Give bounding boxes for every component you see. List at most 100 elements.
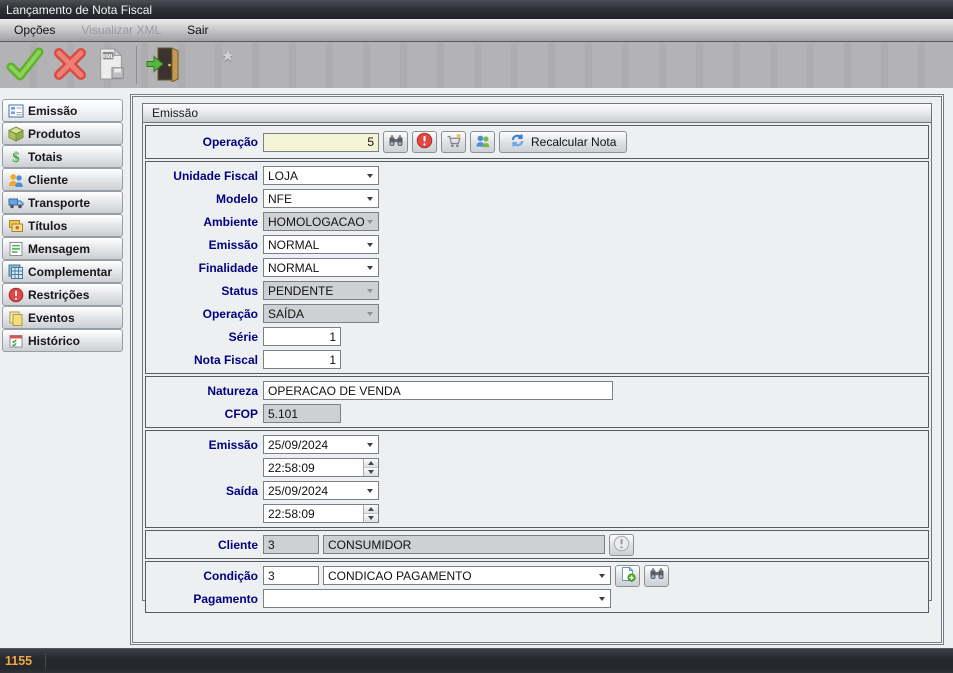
field-label: CFOP bbox=[146, 407, 263, 421]
check-icon bbox=[6, 47, 44, 84]
search-operacao-button[interactable] bbox=[383, 131, 408, 153]
record-id: 1155 bbox=[0, 654, 32, 668]
form-row: Ambiente HOMOLOGACAO bbox=[146, 210, 928, 233]
confirm-button[interactable] bbox=[6, 47, 44, 84]
alert-red-icon bbox=[416, 132, 433, 152]
emissao-groupbox: Emissão Operação bbox=[142, 103, 932, 601]
groupbox-title: Emissão bbox=[152, 106, 198, 120]
chevron-down-icon bbox=[599, 574, 605, 578]
svg-text:XML: XML bbox=[102, 53, 114, 59]
menu-opcoes[interactable]: Opções bbox=[5, 23, 64, 37]
spin-up-button[interactable] bbox=[364, 505, 378, 513]
sidebar-item-label: Restrições bbox=[28, 288, 89, 302]
sidebar-item-label: Histórico bbox=[28, 334, 80, 348]
form-row: Modelo NFE bbox=[146, 187, 928, 210]
saida-time-spinner[interactable]: 22:58:09 bbox=[263, 504, 379, 523]
menu-sair[interactable]: Sair bbox=[178, 23, 217, 37]
sidebar-item-titulos[interactable]: Títulos bbox=[2, 214, 123, 237]
field-label: Emissão bbox=[146, 238, 263, 252]
history-calendar-icon bbox=[3, 333, 28, 349]
form-row: Natureza bbox=[146, 379, 928, 402]
field-label: Natureza bbox=[146, 384, 263, 398]
natureza-input[interactable] bbox=[263, 381, 613, 400]
toolbar-separator bbox=[136, 46, 137, 84]
condicao-code-input[interactable] bbox=[263, 566, 319, 585]
nota-fiscal-input[interactable] bbox=[263, 350, 341, 369]
new-document-icon bbox=[620, 566, 636, 585]
form-row: Pagamento bbox=[146, 587, 928, 610]
banknotes-icon bbox=[3, 218, 28, 234]
new-condicao-button[interactable] bbox=[615, 565, 640, 587]
chevron-down-icon bbox=[367, 312, 373, 316]
clients-icon bbox=[3, 172, 28, 188]
sidebar-item-mensagem[interactable]: Mensagem bbox=[2, 237, 123, 260]
form-row: Operação SAÍDA bbox=[146, 302, 928, 325]
search-condicao-button[interactable] bbox=[644, 565, 669, 587]
clients-icon bbox=[475, 133, 491, 152]
exit-button[interactable] bbox=[145, 46, 179, 85]
emissao-date-picker[interactable]: 25/09/2024 bbox=[263, 435, 379, 454]
serie-input[interactable] bbox=[263, 327, 341, 346]
spin-up-button[interactable] bbox=[364, 459, 378, 467]
spin-down-button[interactable] bbox=[364, 467, 378, 476]
modelo-select[interactable]: NFE bbox=[263, 189, 379, 208]
sidebar-item-emissao[interactable]: Emissão bbox=[2, 99, 123, 122]
condicao-select[interactable]: CONDICAO PAGAMENTO bbox=[323, 566, 611, 585]
cliente-name-input bbox=[323, 535, 605, 554]
selected-value: NORMAL bbox=[268, 238, 319, 252]
operacao-input[interactable] bbox=[263, 133, 379, 152]
binoculars-icon bbox=[388, 133, 404, 152]
sidebar-item-label: Títulos bbox=[28, 219, 67, 233]
emissao-tipo-select[interactable]: NORMAL bbox=[263, 235, 379, 254]
emissao-time-spinner[interactable]: 22:58:09 bbox=[263, 458, 379, 477]
clients-button[interactable] bbox=[470, 131, 495, 153]
cliente-info-button bbox=[609, 534, 634, 556]
operacao-alert-button[interactable] bbox=[412, 131, 437, 153]
field-label: Nota Fiscal bbox=[146, 353, 263, 367]
section-operacao: Operação bbox=[145, 125, 929, 159]
form-row: Emissão NORMAL bbox=[146, 233, 928, 256]
window-title: Lançamento de Nota Fiscal bbox=[0, 3, 152, 17]
sidebar-item-label: Eventos bbox=[28, 311, 75, 325]
sidebar-item-totais[interactable]: $ Totais bbox=[2, 145, 123, 168]
cancel-button[interactable] bbox=[52, 47, 88, 84]
saida-date-picker[interactable]: 25/09/2024 bbox=[263, 481, 379, 500]
form-row: Status PENDENTE bbox=[146, 279, 928, 302]
sidebar: Emissão Produtos $ Totais Cliente bbox=[2, 99, 123, 352]
cart-button[interactable] bbox=[441, 131, 466, 153]
field-label: Operação bbox=[146, 307, 263, 321]
selected-value: PENDENTE bbox=[268, 284, 333, 298]
sidebar-item-transporte[interactable]: Transporte bbox=[2, 191, 123, 214]
recalcular-nota-button[interactable]: Recalcular Nota bbox=[499, 131, 627, 153]
sidebar-item-eventos[interactable]: Eventos bbox=[2, 306, 123, 329]
chevron-down-icon bbox=[368, 516, 374, 520]
chevron-up-icon bbox=[368, 461, 374, 465]
sidebar-item-historico[interactable]: Histórico bbox=[2, 329, 123, 352]
sidebar-item-label: Mensagem bbox=[28, 242, 90, 256]
sidebar-item-cliente[interactable]: Cliente bbox=[2, 168, 123, 191]
field-label: Modelo bbox=[146, 192, 263, 206]
form-row: Unidade Fiscal LOJA bbox=[146, 164, 928, 187]
field-label: Finalidade bbox=[146, 261, 263, 275]
section-condicao: Condição CONDICAO PAGAMENTO bbox=[145, 561, 929, 613]
sidebar-item-complementar[interactable]: Complementar bbox=[2, 260, 123, 283]
chevron-down-icon bbox=[367, 174, 373, 178]
section-datas: Emissão 25/09/2024 22:58:09 bbox=[145, 430, 929, 528]
operacao-row: Operação bbox=[146, 129, 928, 155]
selected-value: NFE bbox=[268, 192, 292, 206]
truck-icon bbox=[3, 195, 28, 211]
recalcular-nota-label: Recalcular Nota bbox=[531, 135, 616, 149]
finalidade-select[interactable]: NORMAL bbox=[263, 258, 379, 277]
pagamento-select[interactable] bbox=[263, 589, 611, 608]
svg-text:$: $ bbox=[12, 150, 20, 165]
form-row: Emissão 25/09/2024 bbox=[146, 433, 928, 456]
unidade-fiscal-select[interactable]: LOJA bbox=[263, 166, 379, 185]
field-label: Pagamento bbox=[146, 592, 263, 606]
form-row: CFOP bbox=[146, 402, 928, 425]
spin-down-button[interactable] bbox=[364, 513, 378, 522]
sidebar-item-label: Complementar bbox=[28, 265, 112, 279]
sidebar-item-restricoes[interactable]: Restrições bbox=[2, 283, 123, 306]
sidebar-item-produtos[interactable]: Produtos bbox=[2, 122, 123, 145]
menu-visualizar-xml: Visualizar XML bbox=[72, 23, 170, 37]
field-label: Unidade Fiscal bbox=[146, 169, 263, 183]
